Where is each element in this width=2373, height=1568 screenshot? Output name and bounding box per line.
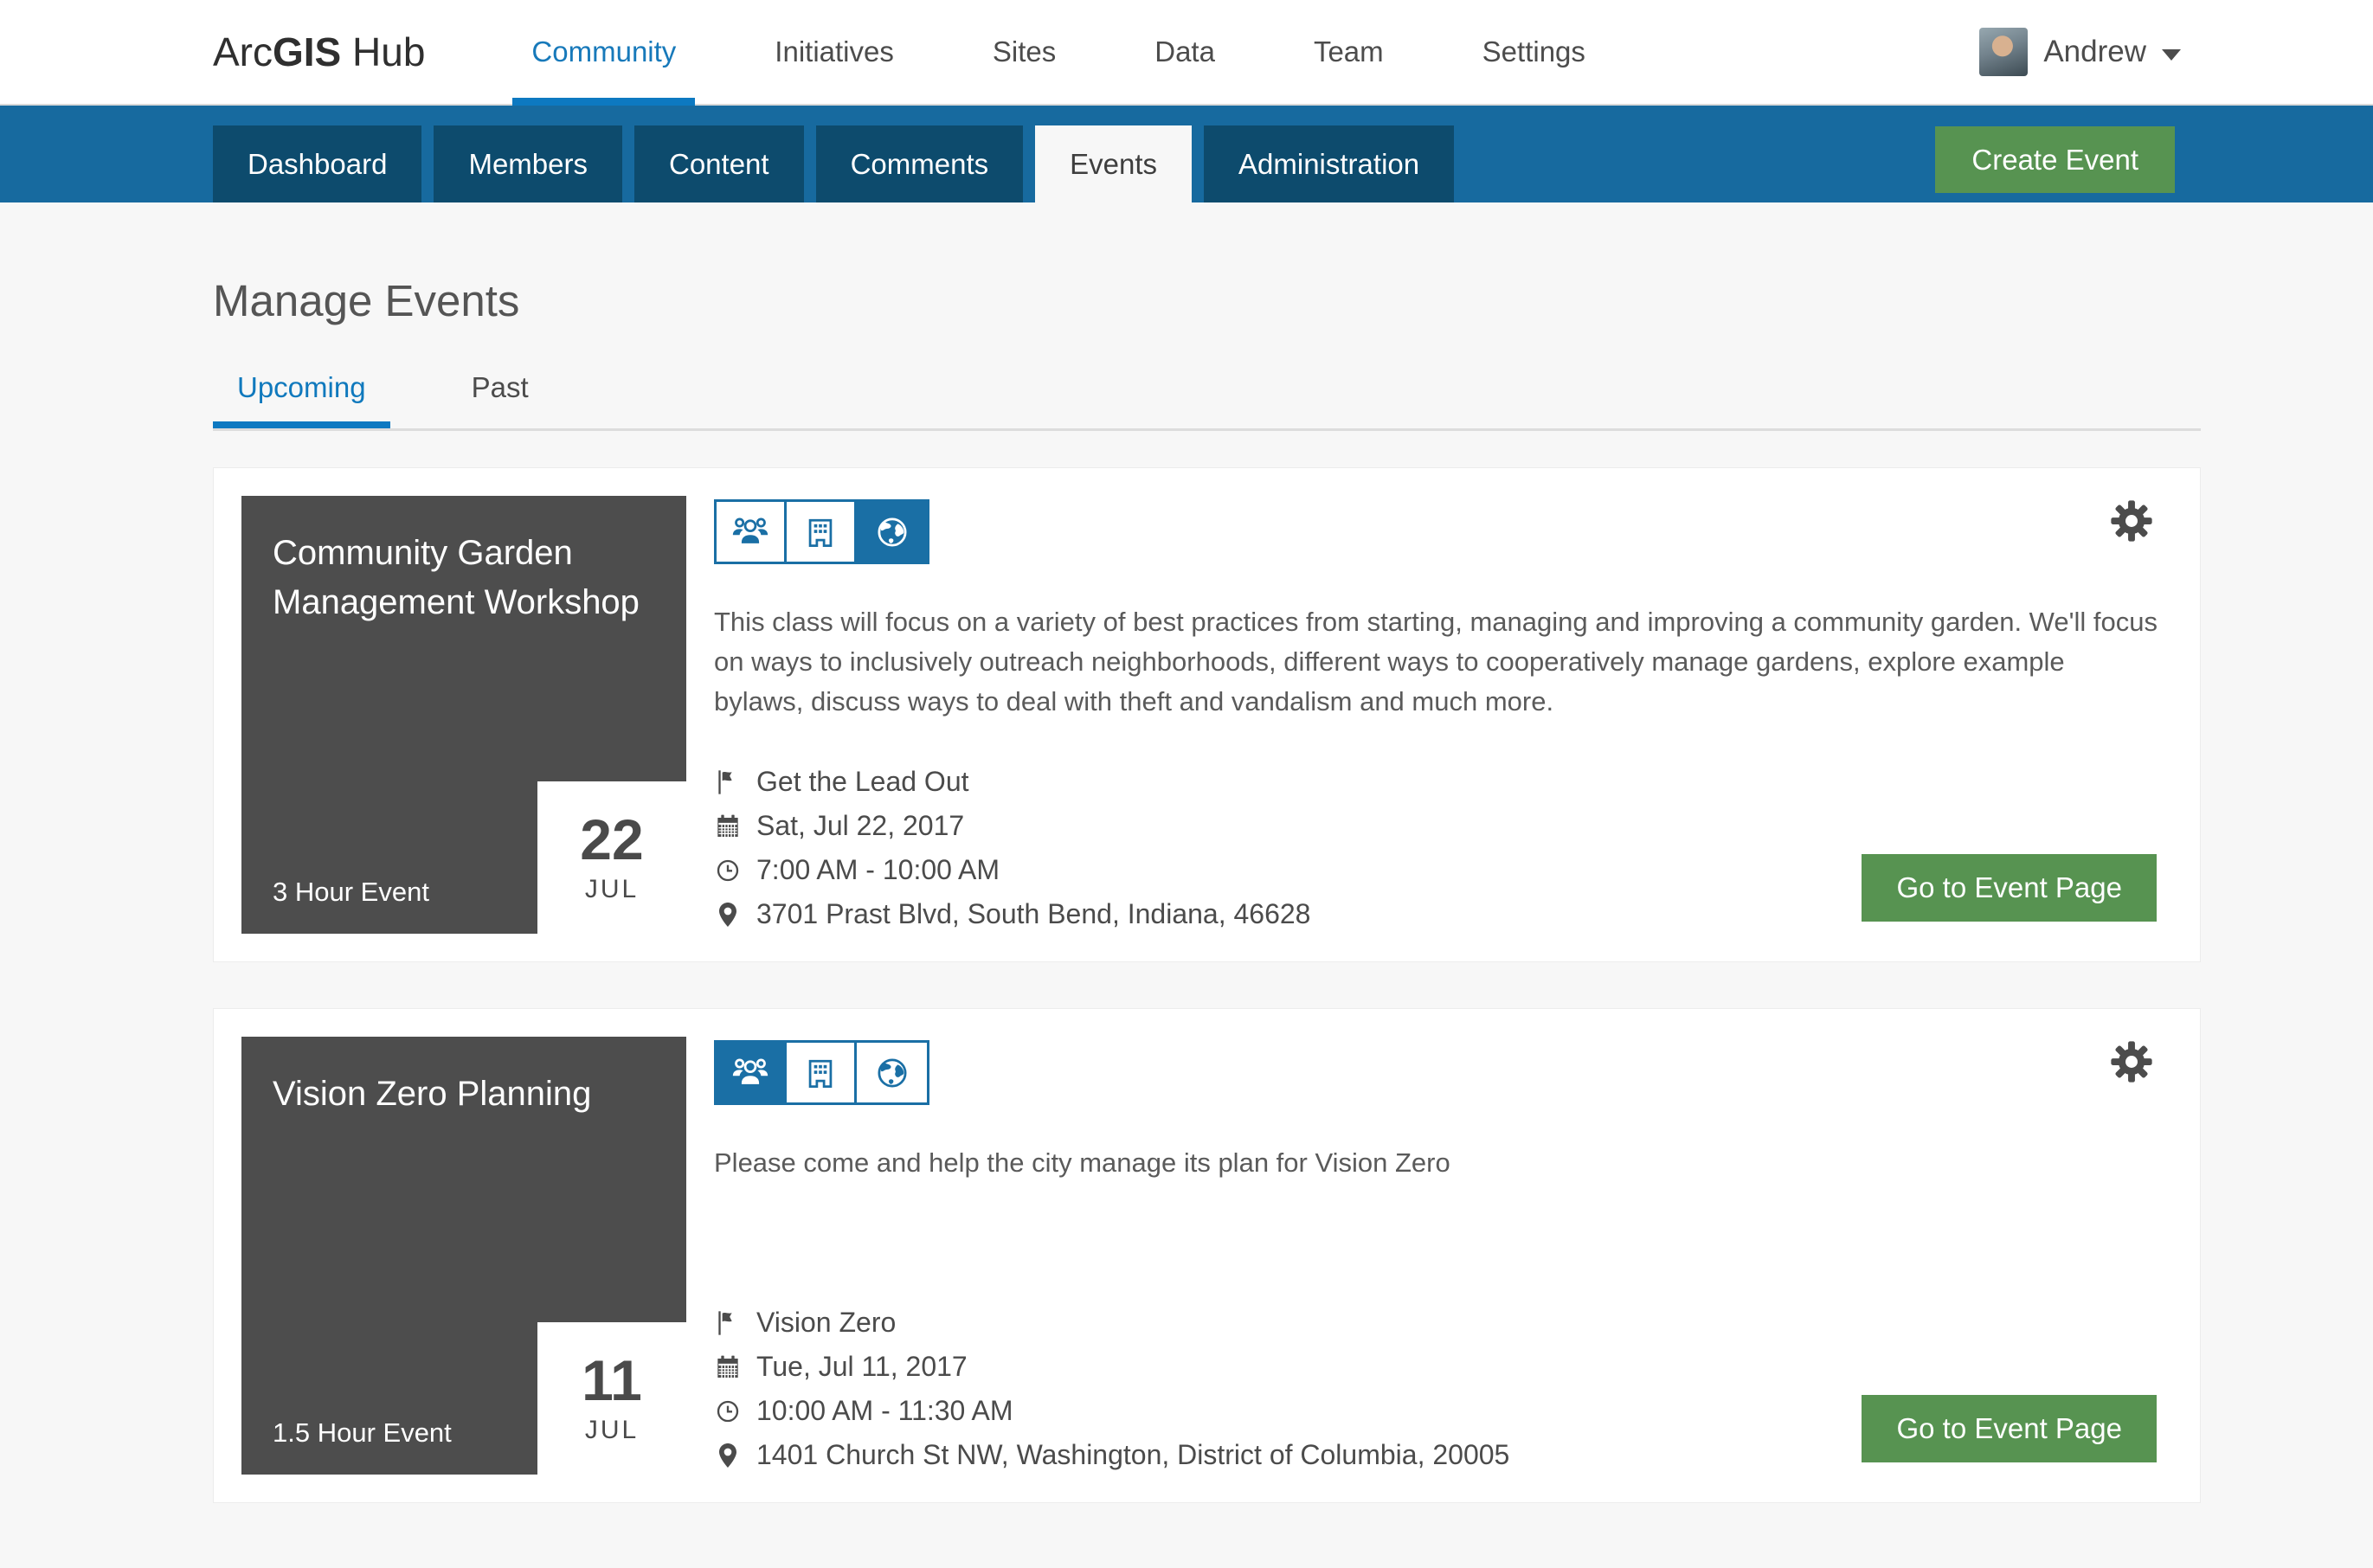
nav-item-settings[interactable]: Settings [1482,0,1585,104]
arcgis-hub-logo: ArcGIS Hub [213,29,425,75]
event-date-day: 22 [580,811,643,868]
initiative-row: Get the Lead Out [714,766,2172,798]
flag-icon [714,1309,742,1337]
logo-arc: Arc [213,29,273,74]
event-date: Sat, Jul 22, 2017 [756,810,964,842]
event-date: Tue, Jul 11, 2017 [756,1351,968,1383]
logo-gis: GIS [273,29,341,74]
event-date-month: JUL [585,1416,639,1445]
event-tile: Vision Zero Planning 1.5 Hour Event 11 J… [241,1037,686,1475]
event-date-month: JUL [585,875,639,904]
tab-events[interactable]: Events [1035,125,1192,202]
date-row: Tue, Jul 11, 2017 [714,1351,2172,1383]
tab-upcoming[interactable]: Upcoming [213,371,390,428]
event-location: 1401 Church St NW, Washington, District … [756,1439,1509,1471]
avatar [1979,28,2028,76]
main-content: Manage Events Upcoming Past Community Ga… [213,275,2201,1503]
date-row: Sat, Jul 22, 2017 [714,810,2172,842]
people-icon[interactable] [717,502,787,562]
toolbar-tabs: Dashboard Members Content Comments Event… [213,125,1454,202]
clock-icon [714,857,742,884]
top-nav: Community Initiatives Sites Data Team Se… [482,0,1634,104]
tab-comments[interactable]: Comments [816,125,1024,202]
organization-icon[interactable] [787,502,857,562]
location-pin-icon [714,901,742,929]
people-icon[interactable] [717,1043,787,1102]
event-date-day: 11 [582,1352,642,1409]
event-duration: 1.5 Hour Event [273,1417,452,1449]
event-content: Please come and help the city manage its… [686,1037,2172,1475]
event-date-box: 11 JUL [537,1322,686,1475]
gear-icon[interactable] [2108,1038,2155,1089]
location-pin-icon [714,1442,742,1469]
event-time: 10:00 AM - 11:30 AM [756,1395,1013,1427]
nav-item-community[interactable]: Community [531,0,676,104]
user-menu[interactable]: Andrew [1979,28,2181,76]
calendar-icon [714,813,742,840]
globe-icon[interactable] [857,1043,927,1102]
event-date-box: 22 JUL [537,781,686,934]
tab-administration[interactable]: Administration [1204,125,1454,202]
event-duration: 3 Hour Event [273,877,429,908]
nav-item-sites[interactable]: Sites [993,0,1056,104]
nav-item-initiatives[interactable]: Initiatives [775,0,894,104]
community-toolbar: Dashboard Members Content Comments Event… [0,106,2373,202]
tab-past[interactable]: Past [447,371,553,428]
tab-content[interactable]: Content [634,125,804,202]
go-to-event-page-button[interactable]: Go to Event Page [1862,854,2157,922]
event-time: 7:00 AM - 10:00 AM [756,854,1000,886]
nav-item-team[interactable]: Team [1314,0,1384,104]
view-tabs: Upcoming Past [213,371,2201,431]
user-name: Andrew [2043,35,2146,69]
page-title: Manage Events [213,275,2201,326]
event-content: This class will focus on a variety of be… [686,496,2172,934]
tab-dashboard[interactable]: Dashboard [213,125,421,202]
flag-icon [714,768,742,796]
tab-members[interactable]: Members [434,125,622,202]
globe-icon[interactable] [857,502,927,562]
gear-icon[interactable] [2108,498,2155,549]
logo-hub: Hub [341,29,425,74]
initiative-row: Vision Zero [714,1307,2172,1339]
event-tile: Community Garden Management Workshop 3 H… [241,496,686,934]
event-description: This class will focus on a variety of be… [714,602,2158,722]
caret-down-icon [2162,49,2181,61]
event-title: Community Garden Management Workshop [273,529,655,627]
initiative-name: Get the Lead Out [756,766,969,798]
event-description: Please come and help the city manage its… [714,1143,2158,1183]
organization-icon[interactable] [787,1043,857,1102]
initiative-name: Vision Zero [756,1307,896,1339]
calendar-icon [714,1353,742,1381]
go-to-event-page-button[interactable]: Go to Event Page [1862,1395,2157,1462]
app-header: ArcGIS Hub Community Initiatives Sites D… [0,0,2373,106]
event-title: Vision Zero Planning [273,1070,655,1119]
event-card: Community Garden Management Workshop 3 H… [213,467,2201,962]
event-card: Vision Zero Planning 1.5 Hour Event 11 J… [213,1008,2201,1503]
nav-item-data[interactable]: Data [1154,0,1215,104]
create-event-button[interactable]: Create Event [1935,126,2175,193]
share-options-group [714,1040,929,1105]
clock-icon [714,1398,742,1425]
event-location: 3701 Prast Blvd, South Bend, Indiana, 46… [756,898,1310,930]
share-options-group [714,499,929,564]
